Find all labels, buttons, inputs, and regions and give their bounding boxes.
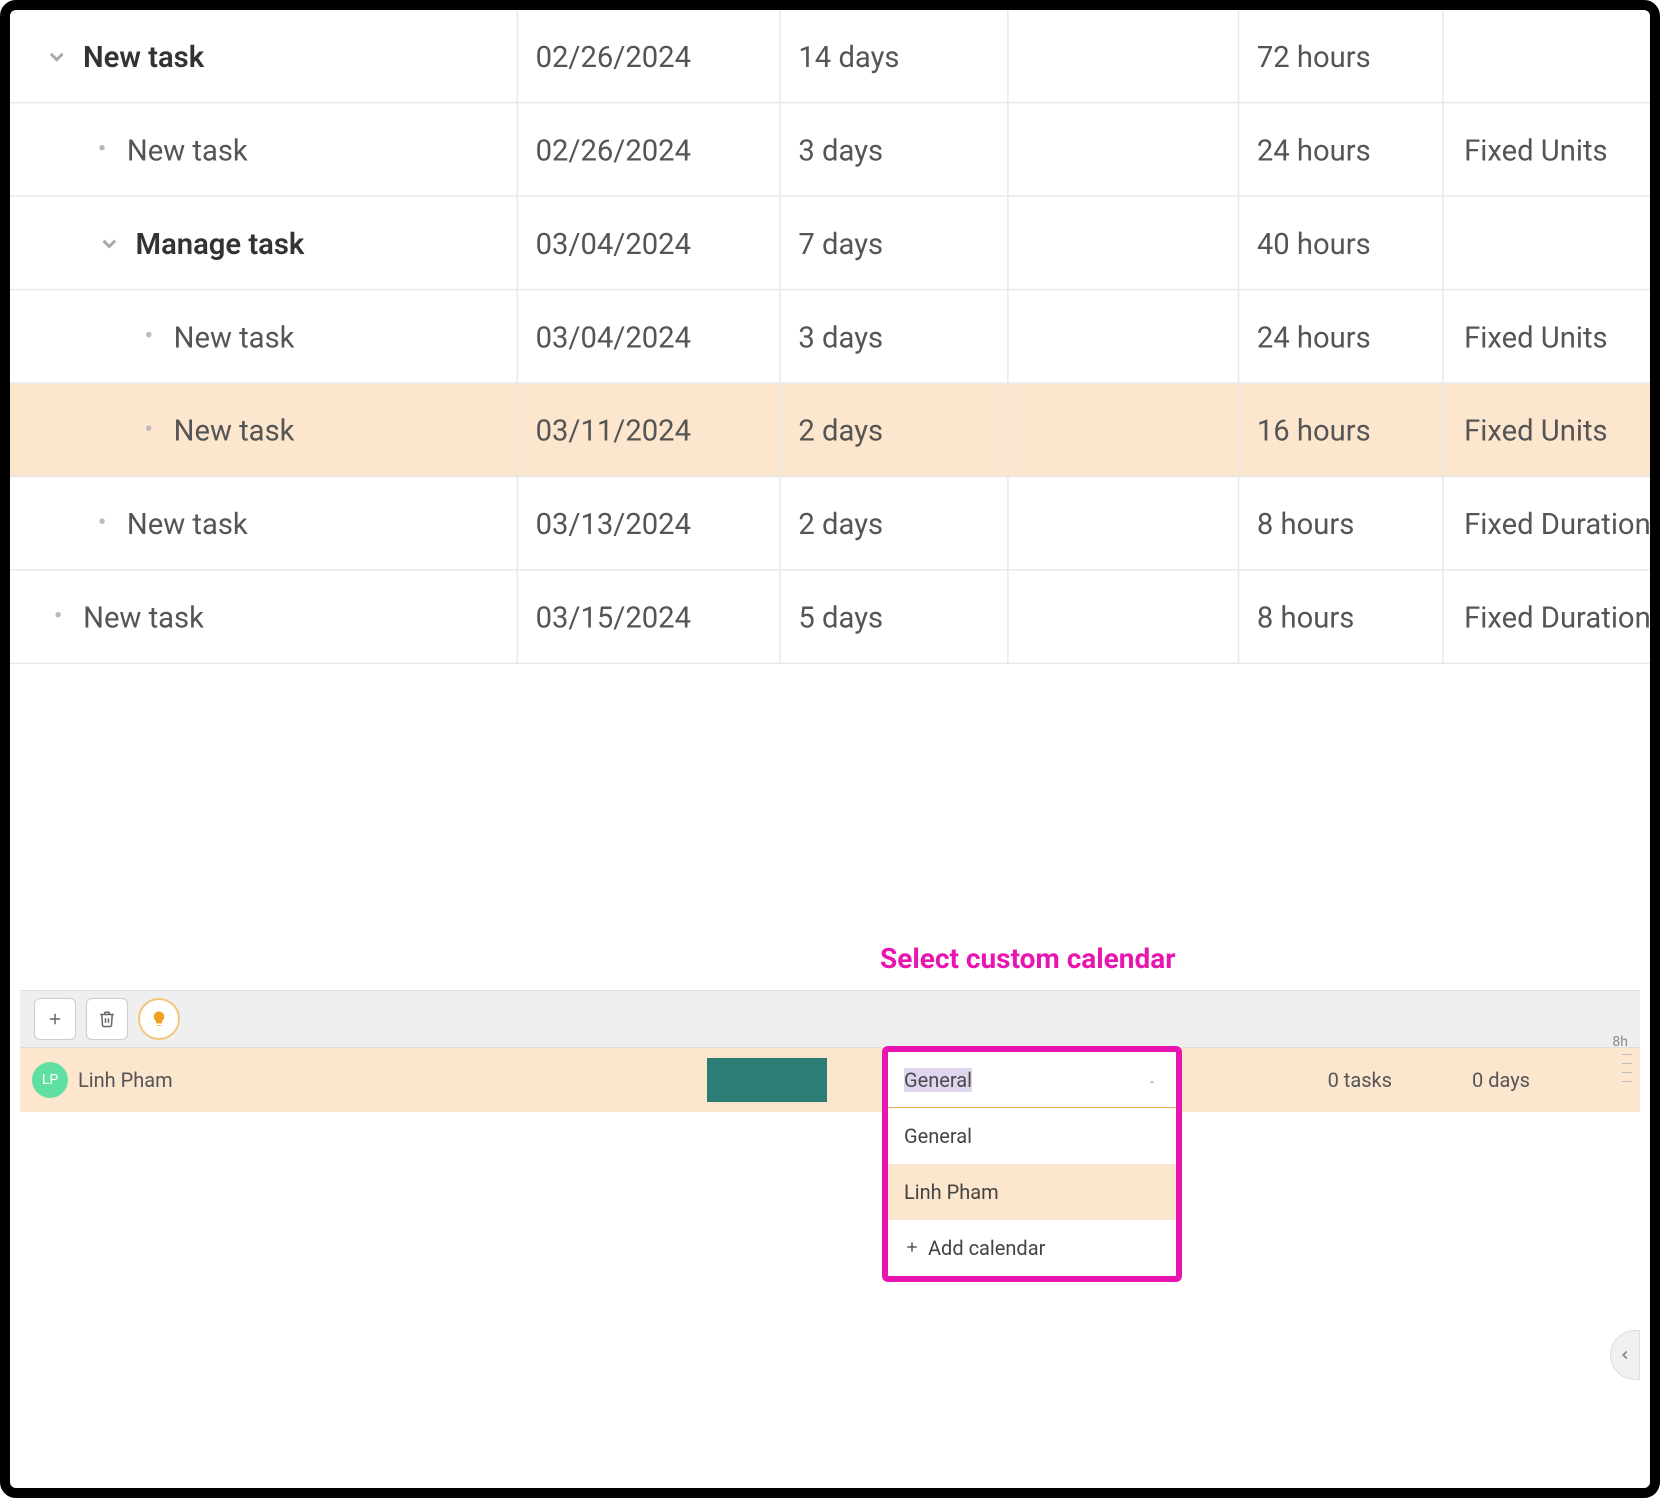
task-row[interactable]: • New task 03/04/2024 3 days 24 hours Fixed U…	[10, 290, 1660, 383]
task-work: 24 hours	[1257, 319, 1371, 354]
task-row[interactable]: • New task 03/13/2024 2 days 8 hours Fixed Du…	[10, 477, 1660, 570]
task-work: 8 hours	[1257, 599, 1354, 634]
task-name: New task	[83, 38, 204, 73]
task-row[interactable]: • New task 03/11/2024 2 days 16 hours Fixed U…	[10, 384, 1660, 477]
resource-panel: Select custom calendar LP Linh Pham 0 ta…	[20, 990, 1640, 1112]
task-work: 40 hours	[1257, 225, 1371, 260]
resource-metrics: 0 tasks 0 days	[1328, 1068, 1530, 1092]
add-calendar-option[interactable]: Add calendar	[888, 1220, 1176, 1276]
task-date: 02/26/2024	[536, 132, 691, 167]
side-handle[interactable]	[1610, 1330, 1640, 1380]
task-duration: 14 days	[798, 38, 899, 73]
tasks-count: 0 tasks	[1328, 1068, 1392, 1092]
task-date: 03/04/2024	[536, 225, 691, 260]
bulb-button[interactable]	[138, 998, 180, 1040]
resource-row[interactable]: LP Linh Pham 0 tasks 0 days 8h	[20, 1048, 1640, 1112]
task-duration: 5 days	[798, 599, 883, 634]
plus-icon	[904, 1236, 920, 1260]
bullet-icon: •	[54, 601, 63, 632]
task-table: New task 02/26/2024 14 days 72 hours • New ta…	[10, 10, 1660, 664]
task-duration: 3 days	[798, 319, 883, 354]
add-calendar-label: Add calendar	[928, 1236, 1045, 1260]
calendar-dropdown[interactable]: General General Linh Pham Add calendar	[882, 1046, 1182, 1282]
bullet-icon: •	[144, 321, 153, 352]
add-button[interactable]	[34, 998, 76, 1040]
task-duration: 3 days	[798, 132, 883, 167]
task-name: New task	[127, 506, 248, 541]
task-duration: 7 days	[798, 225, 883, 260]
task-date: 03/11/2024	[536, 412, 691, 447]
task-type: Fixed Duration	[1464, 506, 1651, 541]
chevron-down-icon[interactable]	[98, 231, 121, 254]
task-type: Fixed Duration	[1464, 599, 1651, 634]
hours-axis-label: 8h	[1612, 1034, 1628, 1050]
avatar: LP	[32, 1062, 68, 1098]
task-type: Fixed Units	[1464, 412, 1607, 447]
task-row[interactable]: • New task 02/26/2024 3 days 24 hours Fixed U…	[10, 103, 1660, 196]
task-work: 16 hours	[1257, 412, 1371, 447]
resource-toolbar	[20, 990, 1640, 1048]
task-row[interactable]: Manage task 03/04/2024 7 days 40 hours	[10, 197, 1660, 290]
task-date: 03/15/2024	[536, 599, 691, 634]
annotation-label: Select custom calendar	[880, 942, 1176, 975]
task-name: New task	[174, 412, 295, 447]
calendar-option-general[interactable]: General	[888, 1108, 1176, 1164]
task-duration: 2 days	[798, 506, 883, 541]
task-name: New task	[127, 132, 248, 167]
task-name: New task	[83, 599, 204, 634]
task-work: 72 hours	[1257, 38, 1371, 73]
task-type: Fixed Units	[1464, 132, 1607, 167]
days-count: 0 days	[1472, 1068, 1530, 1092]
task-duration: 2 days	[798, 412, 883, 447]
bullet-icon: •	[144, 414, 153, 445]
task-type: Fixed Units	[1464, 319, 1607, 354]
task-name: New task	[174, 319, 295, 354]
task-date: 03/13/2024	[536, 506, 691, 541]
task-date: 02/26/2024	[536, 38, 691, 73]
task-row[interactable]: • New task 03/15/2024 5 days 8 hours Fixed Du…	[10, 571, 1660, 664]
task-work: 8 hours	[1257, 506, 1354, 541]
task-row[interactable]: New task 02/26/2024 14 days 72 hours	[10, 10, 1660, 103]
bullet-icon: •	[98, 134, 107, 165]
task-work: 24 hours	[1257, 132, 1371, 167]
delete-button[interactable]	[86, 998, 128, 1040]
bullet-icon: •	[98, 508, 107, 539]
calendar-option-linh-pham[interactable]: Linh Pham	[888, 1164, 1176, 1220]
task-date: 03/04/2024	[536, 319, 691, 354]
calendar-selected[interactable]: General	[888, 1052, 1176, 1108]
resource-name: Linh Pham	[78, 1068, 173, 1092]
axis-ticks	[1622, 1054, 1632, 1082]
resource-color-swatch	[707, 1058, 827, 1102]
task-name: Manage task	[136, 225, 305, 260]
calendar-selected-label: General	[904, 1068, 972, 1092]
chevron-down-icon[interactable]	[45, 44, 68, 67]
chevron-up-icon	[1144, 1068, 1160, 1092]
